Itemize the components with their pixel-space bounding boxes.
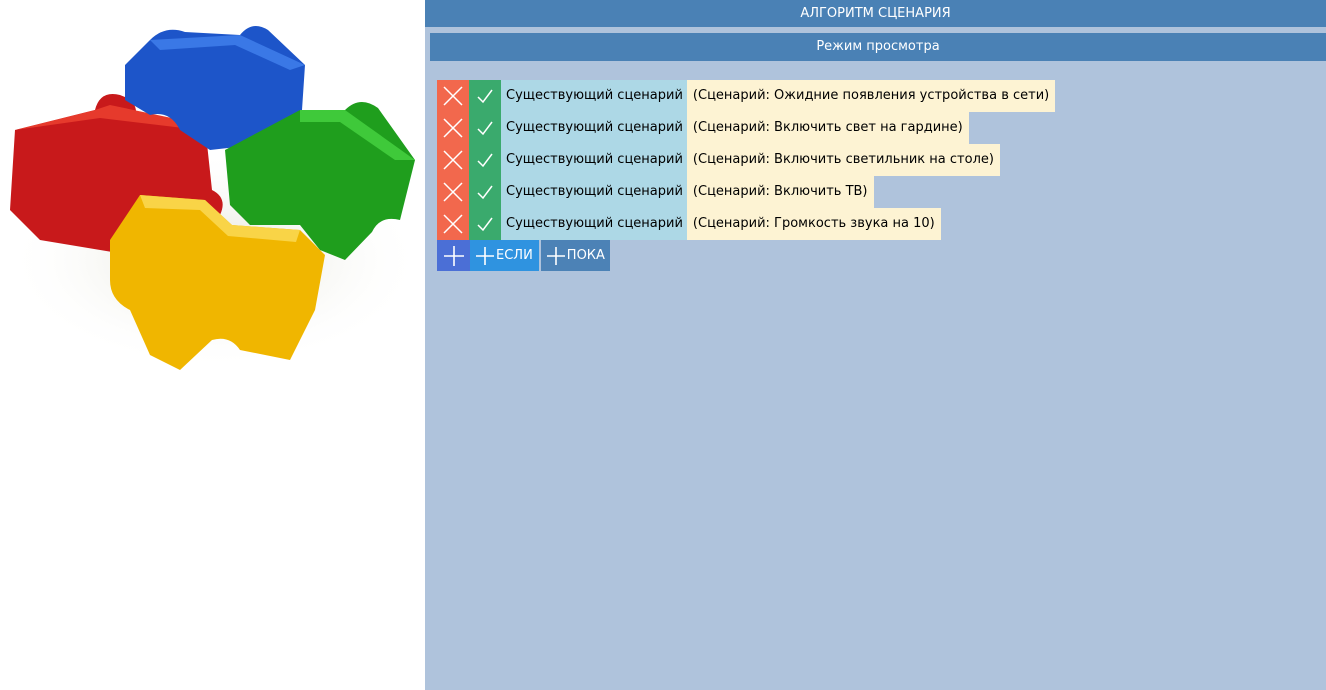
- step-description[interactable]: (Сценарий: Включить ТВ): [686, 176, 874, 208]
- step-type-label[interactable]: Существующий сценарий: [501, 112, 687, 144]
- add-step-button[interactable]: [437, 240, 470, 271]
- puzzle-logo-icon: [5, 26, 425, 370]
- add-if-button[interactable]: ЕСЛИ: [470, 240, 539, 271]
- plus-icon: [443, 245, 464, 266]
- confirm-step-button[interactable]: [469, 112, 501, 144]
- add-while-label: ПОКА: [566, 248, 605, 263]
- step-row: Существующий сценарий (Сценарий: Включить…: [437, 144, 1055, 176]
- plus-icon: [476, 246, 494, 265]
- checkmark-icon: [477, 153, 493, 168]
- checkmark-icon: [477, 217, 493, 232]
- plus-icon: [546, 246, 565, 265]
- close-icon: [443, 150, 463, 170]
- delete-step-button[interactable]: [437, 176, 469, 208]
- view-mode-bar: Режим просмотра: [430, 33, 1326, 61]
- scenario-steps: Существующий сценарий (Сценарий: Ожидние …: [437, 80, 1056, 271]
- confirm-step-button[interactable]: [469, 144, 501, 176]
- delete-step-button[interactable]: [437, 112, 469, 144]
- delete-step-button[interactable]: [437, 80, 469, 112]
- step-row: Существующий сценарий (Сценарий: Ожидние …: [437, 80, 1056, 112]
- step-row: Существующий сценарий (Сценарий: Включить…: [437, 176, 1055, 208]
- page: АЛГОРИТМ СЦЕНАРИЯ Режим просмотра Сущест…: [0, 0, 1326, 690]
- step-row: Существующий сценарий (Сценарий: Включить…: [437, 112, 1055, 144]
- step-description[interactable]: (Сценарий: Включить светильник на столе): [686, 144, 1000, 176]
- add-step-row: ЕСЛИ ПОКА: [437, 240, 1055, 271]
- logo-pane: [0, 0, 425, 690]
- close-icon: [443, 86, 463, 106]
- scenario-title: АЛГОРИТМ СЦЕНАРИЯ: [425, 0, 1326, 27]
- step-type-label[interactable]: Существующий сценарий: [501, 208, 687, 240]
- close-icon: [443, 118, 463, 138]
- delete-step-button[interactable]: [437, 208, 469, 240]
- confirm-step-button[interactable]: [469, 80, 501, 112]
- step-type-label[interactable]: Существующий сценарий: [501, 80, 687, 112]
- scenario-panel: АЛГОРИТМ СЦЕНАРИЯ Режим просмотра Сущест…: [425, 0, 1326, 690]
- step-description[interactable]: (Сценарий: Включить свет на гардине): [686, 112, 969, 144]
- step-description[interactable]: (Сценарий: Громкость звука на 10): [686, 208, 941, 240]
- confirm-step-button[interactable]: [469, 176, 501, 208]
- close-icon: [443, 214, 463, 234]
- checkmark-icon: [477, 89, 493, 104]
- close-icon: [443, 182, 463, 202]
- checkmark-icon: [477, 121, 493, 136]
- step-description[interactable]: (Сценарий: Ожидние появления устройства …: [686, 80, 1056, 112]
- checkmark-icon: [477, 185, 493, 200]
- step-type-label[interactable]: Существующий сценарий: [501, 176, 687, 208]
- step-row: Существующий сценарий (Сценарий: Громкост…: [437, 208, 1055, 240]
- delete-step-button[interactable]: [437, 144, 469, 176]
- step-list: Существующий сценарий (Сценарий: Ожидние …: [437, 80, 1056, 240]
- add-if-label: ЕСЛИ: [496, 248, 533, 263]
- confirm-step-button[interactable]: [469, 208, 501, 240]
- step-type-label[interactable]: Существующий сценарий: [501, 144, 687, 176]
- add-while-button[interactable]: ПОКА: [540, 240, 610, 271]
